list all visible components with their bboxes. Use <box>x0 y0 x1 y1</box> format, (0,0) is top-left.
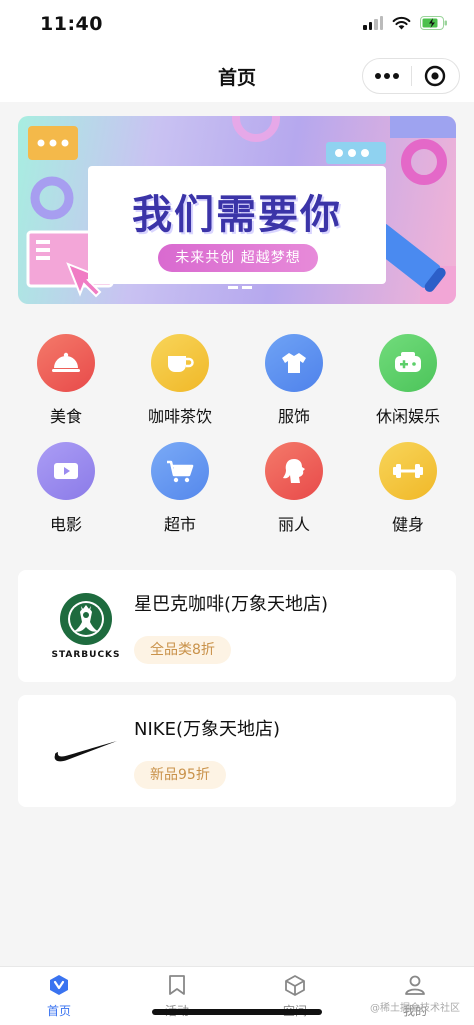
starbucks-logo: STARBUCKS <box>36 584 136 668</box>
tab-label: 首页 <box>46 1004 71 1018</box>
more-dots-icon <box>374 73 399 79</box>
close-program-button[interactable] <box>411 59 459 93</box>
category-coffee-tea[interactable]: 咖啡茶饮 <box>125 334 235 427</box>
category-supermarket[interactable]: 超市 <box>125 442 235 535</box>
category-label: 电影 <box>49 515 82 534</box>
cloche-icon <box>37 334 95 392</box>
category-food[interactable]: 美食 <box>11 334 121 427</box>
bottom-tab-bar: 首页 活动 空间 我的 <box>0 966 474 1025</box>
gamepad-icon <box>379 334 437 392</box>
cube-icon <box>236 973 354 997</box>
category-label: 健身 <box>391 515 424 534</box>
user-icon <box>356 973 474 997</box>
video-icon <box>37 442 95 500</box>
discount-tag: 新品95折 <box>134 761 226 789</box>
banner-subtitle: 未来共创 超越梦想 <box>158 244 318 272</box>
category-label: 休闲娱乐 <box>375 407 440 426</box>
watermark: @稀土掘金技术社区 <box>370 1003 460 1014</box>
nav-bar: 首页 <box>0 50 474 102</box>
banner-title: 我们需要你 <box>132 192 342 238</box>
bookmark-icon <box>118 973 236 997</box>
status-bar: 11:40 <box>0 0 474 50</box>
category-label: 美食 <box>49 407 82 426</box>
store-name: NIKE(万象天地店) <box>134 719 280 740</box>
nike-swoosh-logo <box>36 709 136 793</box>
mini-program-capsule <box>362 58 460 94</box>
home-shield-icon <box>0 973 118 997</box>
category-apparel[interactable]: 服饰 <box>239 334 349 427</box>
store-card-starbucks[interactable]: STARBUCKS 星巴克咖啡(万象天地店) 全品类8折 <box>18 570 456 682</box>
battery-icon <box>420 16 447 30</box>
status-time: 11:40 <box>40 13 103 35</box>
category-label: 咖啡茶饮 <box>147 407 212 426</box>
starbucks-wordmark: STARBUCKS <box>51 650 121 660</box>
hero-banner[interactable]: 我们需要你 未来共创 超越梦想 <box>18 116 456 304</box>
shopping-cart-icon <box>151 442 209 500</box>
category-beauty[interactable]: 丽人 <box>239 442 349 535</box>
category-fitness[interactable]: 健身 <box>353 442 463 535</box>
tshirt-icon <box>265 334 323 392</box>
status-icons <box>363 16 448 30</box>
coffee-cup-icon <box>151 334 209 392</box>
woman-profile-icon <box>265 442 323 500</box>
banner-card: 我们需要你 未来共创 超越梦想 <box>88 166 386 284</box>
category-movies[interactable]: 电影 <box>11 442 121 535</box>
discount-tag: 全品类8折 <box>134 636 231 664</box>
category-label: 丽人 <box>277 515 310 534</box>
dumbbell-icon <box>379 442 437 500</box>
home-indicator <box>152 1009 322 1015</box>
target-circle-icon <box>425 65 446 87</box>
category-leisure[interactable]: 休闲娱乐 <box>353 334 463 427</box>
category-label: 超市 <box>163 515 196 534</box>
more-button[interactable] <box>363 59 411 93</box>
signal-icon <box>363 16 383 30</box>
tab-home[interactable]: 首页 <box>0 973 118 1019</box>
category-label: 服饰 <box>277 407 310 426</box>
store-name: 星巴克咖啡(万象天地店) <box>134 594 329 615</box>
wifi-icon <box>392 16 411 30</box>
store-card-nike[interactable]: NIKE(万象天地店) 新品95折 <box>18 695 456 807</box>
